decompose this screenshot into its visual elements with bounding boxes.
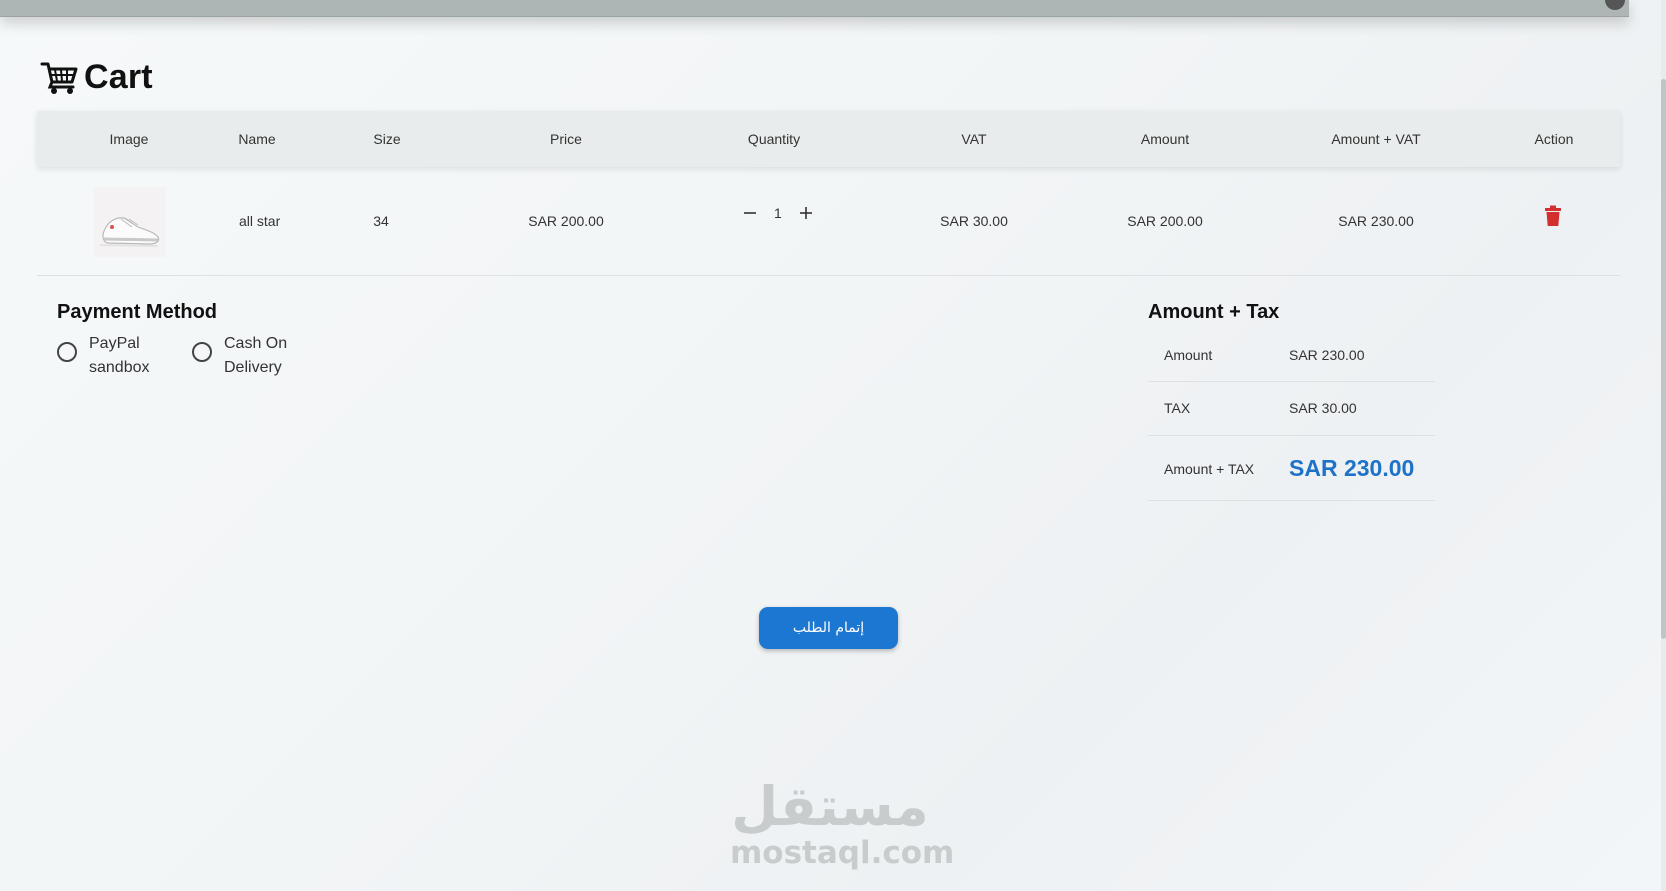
label-line: Delivery [224, 359, 282, 376]
quantity-value: 1 [774, 205, 782, 221]
product-vat: SAR 30.00 [940, 213, 1008, 229]
avatar[interactable] [1605, 0, 1625, 10]
product-size: 34 [373, 213, 389, 229]
table-header: Image Name Size Price Quantity VAT Amoun… [37, 111, 1620, 167]
cart-table: Image Name Size Price Quantity VAT Amoun… [37, 111, 1620, 276]
scrollbar[interactable] [1661, 0, 1666, 891]
summary-value: SAR 30.00 [1289, 400, 1357, 416]
watermark: مستقل mostaql.com [730, 775, 955, 871]
column-header-amount-vat: Amount + VAT [1331, 131, 1421, 147]
summary-table: Amount SAR 230.00 TAX SAR 30.00 Amount +… [1148, 329, 1435, 501]
scrollbar-thumb[interactable] [1661, 79, 1666, 639]
radio-button[interactable] [192, 342, 212, 362]
label-line: Cash On [224, 335, 288, 352]
increase-quantity-button[interactable] [796, 203, 816, 223]
summary-label: TAX [1164, 400, 1191, 416]
page-title: Cart [84, 58, 153, 96]
summary-label: Amount [1164, 347, 1213, 363]
payment-method-title: Payment Method [57, 301, 218, 323]
product-amount: SAR 200.00 [1127, 213, 1203, 229]
column-header-vat: VAT [961, 131, 987, 147]
product-image [94, 187, 166, 257]
payment-option-label: PayPal sandbox [89, 332, 159, 380]
column-header-amount: Amount [1140, 131, 1190, 147]
page-header: Cart [40, 58, 153, 97]
column-header-price: Price [550, 131, 582, 147]
product-name: all star [239, 213, 281, 229]
product-amount-vat: SAR 230.00 [1338, 213, 1414, 229]
watermark-arabic: مستقل [731, 775, 929, 838]
radio-button[interactable] [57, 342, 77, 362]
payment-option-label: Cash On Delivery [224, 332, 294, 380]
column-header-action: Action [1534, 131, 1574, 147]
summary-row-total: Amount + TAX SAR 230.00 [1148, 436, 1435, 501]
minus-icon [744, 212, 756, 214]
sneaker-image [99, 217, 160, 247]
label-line: PayPal [89, 335, 140, 352]
summary-row-tax: TAX SAR 30.00 [1148, 382, 1435, 436]
label-line: sandbox [89, 359, 150, 376]
column-header-name: Name [238, 131, 276, 147]
summary-row-amount: Amount SAR 230.00 [1148, 329, 1435, 382]
summary-value: SAR 230.00 [1289, 347, 1365, 363]
table-row: all star 34 SAR 200.00 1 SAR 30.00 SAR 2… [37, 167, 1620, 276]
column-header-image: Image [109, 131, 149, 147]
top-app-bar [0, 0, 1629, 17]
plus-icon [799, 207, 812, 219]
summary-title: Amount + Tax [1148, 301, 1280, 323]
payment-option-cash-on-delivery[interactable]: Cash On Delivery [192, 332, 294, 380]
shopping-cart-icon [40, 62, 78, 94]
summary-label: Amount + TAX [1164, 461, 1255, 477]
column-header-quantity: Quantity [747, 131, 801, 147]
summary-total-value: SAR 230.00 [1289, 455, 1415, 481]
payment-option-paypal[interactable]: PayPal sandbox [57, 332, 159, 380]
complete-order-button[interactable]: إتمام الطلب [759, 607, 898, 649]
delete-item-button[interactable] [1544, 205, 1562, 232]
product-price: SAR 200.00 [528, 213, 604, 229]
trash-icon [1545, 205, 1561, 226]
watermark-latin: mostaql.com [730, 835, 955, 871]
column-header-size: Size [373, 131, 401, 147]
quantity-stepper: 1 [740, 203, 816, 223]
decrease-quantity-button[interactable] [740, 203, 760, 223]
